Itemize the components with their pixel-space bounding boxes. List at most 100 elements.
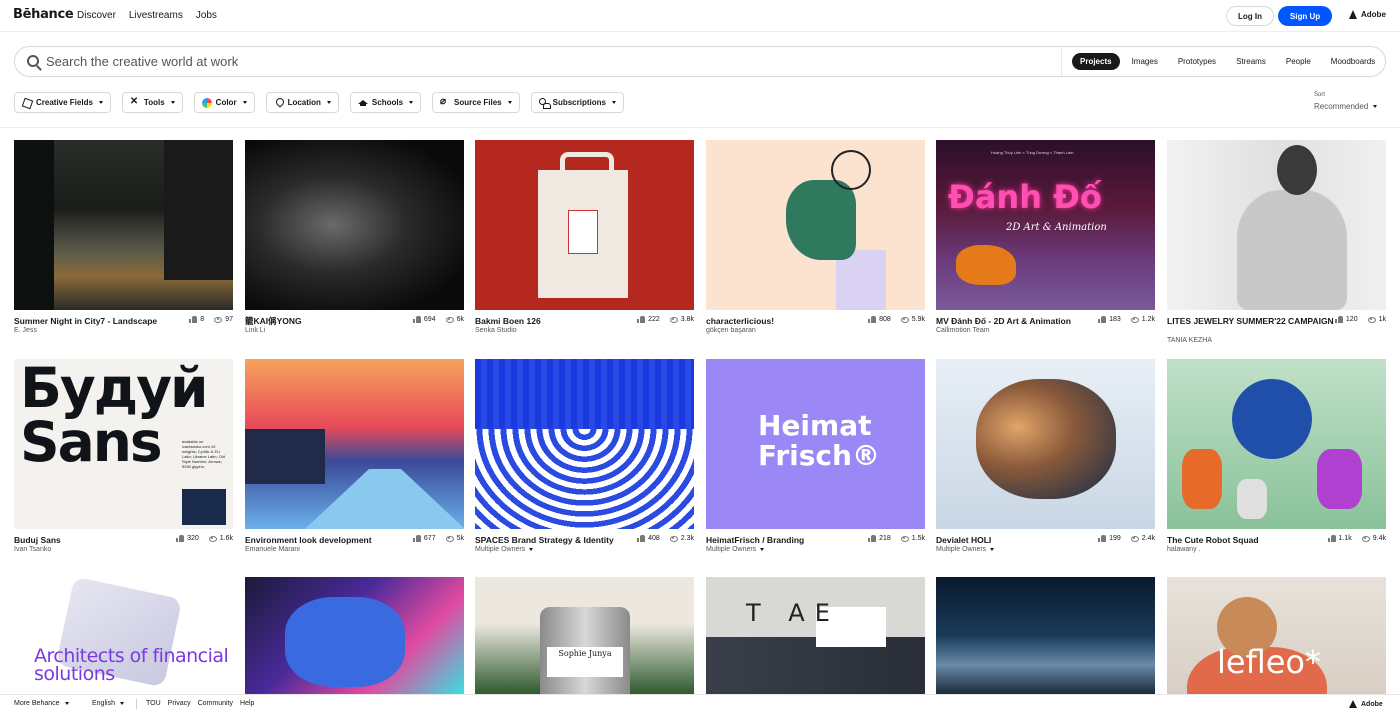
search-input[interactable]: Search the creative world at work: [46, 54, 238, 69]
project-thumbnail[interactable]: Sophie Junya: [475, 577, 694, 694]
project-thumbnail[interactable]: [1167, 359, 1386, 529]
filter-location[interactable]: Location: [265, 92, 339, 113]
filter-subscriptions[interactable]: Subscriptions: [530, 92, 624, 113]
search-bar[interactable]: Search the creative world at work Projec…: [14, 46, 1386, 77]
language-dropdown[interactable]: English: [92, 700, 124, 707]
footer-community[interactable]: Community: [198, 700, 233, 707]
project-owner[interactable]: Ivan Tsanko: [14, 546, 51, 553]
project-owner[interactable]: Link Li: [245, 327, 265, 334]
project-thumbnail[interactable]: Будуй Sans available on ivantsanko.com 1…: [14, 359, 233, 529]
project-thumbnail[interactable]: [475, 140, 694, 310]
tab-people[interactable]: People: [1278, 53, 1319, 70]
footer-tou[interactable]: TOU: [146, 700, 161, 707]
project-owner-dropdown[interactable]: Multiple Owners: [475, 546, 534, 553]
project-thumbnail[interactable]: T AE: [706, 577, 925, 694]
project-thumbnail[interactable]: lefleo*: [1167, 577, 1386, 694]
project-card[interactable]: T AE: [706, 577, 925, 694]
filter-tools[interactable]: Tools: [121, 92, 183, 113]
filter-color[interactable]: Color: [193, 92, 255, 113]
project-title[interactable]: Summer Night in City7 - Landscape: [14, 316, 157, 326]
likes-count: 8: [200, 316, 205, 323]
tab-streams[interactable]: Streams: [1228, 53, 1274, 70]
project-title[interactable]: The Cute Robot Squad: [1167, 535, 1259, 545]
filter-creative-fields[interactable]: Creative Fields: [14, 92, 111, 113]
project-card[interactable]: Summer Night in City7 - Landscape E. Jes…: [14, 140, 233, 344]
project-thumbnail[interactable]: Architects of financial solutions: [14, 577, 233, 694]
project-owner-dropdown[interactable]: Multiple Owners: [706, 546, 765, 553]
login-button[interactable]: Log In: [1226, 6, 1274, 26]
project-card[interactable]: Sophie Junya: [475, 577, 694, 694]
sort-dropdown[interactable]: Sort Recommended: [1314, 92, 1378, 111]
filter-label: Schools: [371, 98, 404, 107]
tab-images[interactable]: Images: [1124, 53, 1166, 70]
project-card[interactable]: [245, 577, 464, 694]
project-card[interactable]: lefleo*: [1167, 577, 1386, 694]
project-card[interactable]: LITES JEWELRY SUMMER'22 CAMPAIGN TANIA K…: [1167, 140, 1386, 344]
project-thumbnail[interactable]: [936, 577, 1155, 694]
signup-button[interactable]: Sign Up: [1278, 6, 1332, 26]
tab-projects[interactable]: Projects: [1072, 53, 1120, 70]
thumbnail-title: Sophie Junya: [547, 647, 623, 677]
project-thumbnail[interactable]: [936, 359, 1155, 529]
project-title[interactable]: Devialet HOLI: [936, 535, 991, 545]
project-title[interactable]: Environment look development: [245, 535, 372, 545]
project-card[interactable]: Heimat Frisch® HeimatFrisch / Branding M…: [706, 359, 925, 563]
project-owner[interactable]: Senka Studio: [475, 327, 517, 334]
project-owner[interactable]: gökçen başaran: [706, 327, 756, 334]
tab-moodboards[interactable]: Moodboards: [1323, 53, 1383, 70]
project-stats: 694 6k: [412, 316, 464, 323]
behance-logo[interactable]: Bēhance: [13, 7, 74, 22]
project-thumbnail[interactable]: [1167, 140, 1386, 310]
eye-icon: [900, 316, 909, 323]
project-thumbnail[interactable]: [14, 140, 233, 310]
project-card[interactable]: Devialet HOLI Multiple Owners 199 2.4k: [936, 359, 1155, 563]
project-card[interactable]: Bakmi Boen 126 Senka Studio 222 3.8k: [475, 140, 694, 344]
project-thumbnail[interactable]: [245, 577, 464, 694]
footer-help[interactable]: Help: [240, 700, 254, 707]
project-thumbnail[interactable]: [245, 140, 464, 310]
tab-prototypes[interactable]: Prototypes: [1170, 53, 1224, 70]
project-card[interactable]: Architects of financial solutions: [14, 577, 233, 694]
project-thumbnail[interactable]: [475, 359, 694, 529]
project-owner[interactable]: TANIA KEZHA: [1167, 337, 1212, 344]
project-title[interactable]: LITES JEWELRY SUMMER'22 CAMPAIGN: [1167, 316, 1334, 326]
project-card[interactable]: SPACES Brand Strategy & Identity Multipl…: [475, 359, 694, 563]
project-thumbnail[interactable]: [706, 140, 925, 310]
footer-adobe-link[interactable]: Adobe: [1349, 700, 1383, 709]
project-owner-dropdown[interactable]: Multiple Owners: [936, 546, 995, 553]
adobe-label: Adobe: [1361, 10, 1386, 19]
project-stats: 320 1.6k: [176, 535, 233, 542]
project-card[interactable]: 籠KAI偁YONG Link Li 694 6k: [245, 140, 464, 344]
project-title[interactable]: SPACES Brand Strategy & Identity: [475, 535, 614, 545]
project-owner[interactable]: halawany .: [1167, 546, 1200, 553]
filter-schools[interactable]: Schools: [349, 92, 422, 113]
project-title[interactable]: Buduj Sans: [14, 535, 61, 545]
adobe-link[interactable]: Adobe: [1349, 10, 1386, 19]
nav-discover[interactable]: Discover: [77, 10, 116, 21]
eye-icon: [1130, 535, 1139, 542]
project-card[interactable]: The Cute Robot Squad halawany . 1.1k 9.4k: [1167, 359, 1386, 563]
project-card[interactable]: characterlicious! gökçen başaran 808 5.9k: [706, 140, 925, 344]
project-title[interactable]: MV Đánh Đố - 2D Art & Animation: [936, 316, 1071, 326]
project-owner[interactable]: E. Jess: [14, 327, 37, 334]
project-owner[interactable]: Callimotion Team: [936, 327, 990, 334]
project-card[interactable]: Будуй Sans available on ivantsanko.com 1…: [14, 359, 233, 563]
nav-livestreams[interactable]: Livestreams: [129, 10, 183, 21]
project-card[interactable]: Environment look development Emanuele Ma…: [245, 359, 464, 563]
eye-icon: [900, 535, 909, 542]
nav-jobs[interactable]: Jobs: [196, 10, 217, 21]
project-card[interactable]: Hoàng Thùy Linh × Tùng Dương × Thanh Lam…: [936, 140, 1155, 344]
project-thumbnail[interactable]: Heimat Frisch®: [706, 359, 925, 529]
project-card[interactable]: [936, 577, 1155, 694]
project-title[interactable]: Bakmi Boen 126: [475, 316, 541, 326]
project-title[interactable]: HeimatFrisch / Branding: [706, 535, 804, 545]
chevron-down-icon: [990, 548, 995, 551]
project-title[interactable]: 籠KAI偁YONG: [245, 316, 302, 326]
project-thumbnail[interactable]: [245, 359, 464, 529]
filter-source-files[interactable]: Source Files: [432, 92, 520, 113]
project-title[interactable]: characterlicious!: [706, 316, 774, 326]
more-behance-dropdown[interactable]: More Behance: [14, 700, 69, 707]
project-owner[interactable]: Emanuele Marani: [245, 546, 300, 553]
footer-privacy[interactable]: Privacy: [168, 700, 191, 707]
project-thumbnail[interactable]: Hoàng Thùy Linh × Tùng Dương × Thanh Lam…: [936, 140, 1155, 310]
